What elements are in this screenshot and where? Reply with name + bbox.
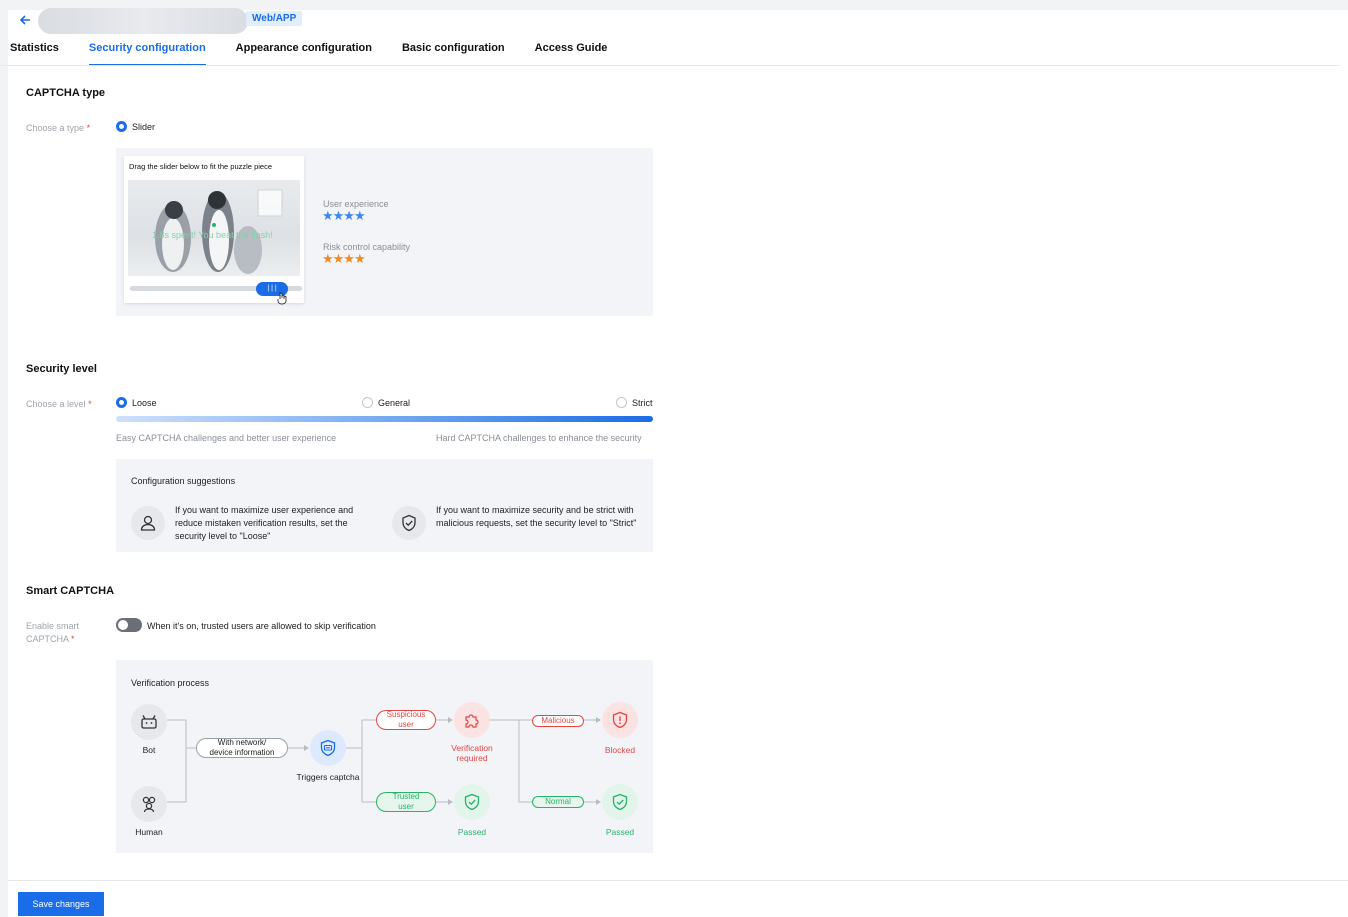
user-experience-stars: ★★★★ (322, 208, 366, 223)
shield-check-icon (454, 784, 490, 820)
smart-captcha-toggle-text: When it's on, trusted users are allowed … (147, 621, 376, 631)
footer-divider (8, 880, 1348, 881)
radio-button[interactable] (616, 397, 627, 408)
penguins-picture (155, 189, 283, 274)
human-icon (131, 786, 167, 822)
bot-label: Bot (142, 745, 156, 755)
blocked-label: Blocked (604, 745, 636, 755)
tab-access-guide[interactable]: Access Guide (535, 42, 608, 66)
puzzle-image: 1.8s spent! You beat the flash! (128, 180, 300, 276)
triggers-captcha-label: Triggers captcha (296, 772, 360, 782)
captcha-preview-panel: Drag the slider below to fit the puzzle … (116, 148, 653, 316)
verification-process-panel: Verification process Bot Human With netw… (116, 660, 653, 853)
suspicious-user-pill: Suspicious user (376, 710, 436, 730)
tab-basic-configuration[interactable]: Basic configuration (402, 42, 505, 66)
normal-pill: Normal (532, 796, 584, 808)
radio-strict[interactable]: Strict (616, 397, 653, 408)
radio-general[interactable]: General (362, 397, 410, 408)
radio-loose[interactable]: Loose (116, 397, 157, 408)
tabs-divider (0, 65, 1340, 66)
captcha-type-label: Choose a type * (26, 123, 91, 133)
trusted-user-pill: Trusted user (376, 792, 436, 812)
hint-easy: Easy CAPTCHA challenges and better user … (116, 433, 337, 443)
top-bar: Web/APP (8, 0, 608, 40)
smart-captcha-title: Smart CAPTCHA (26, 585, 115, 597)
human-label: Human (135, 827, 163, 837)
save-changes-button[interactable]: Save changes (18, 892, 104, 916)
shield-check-icon (392, 506, 426, 540)
security-level-label: Choose a level * (26, 399, 92, 409)
blocked-shield-icon (602, 702, 638, 738)
suggestions-title: Configuration suggestions (131, 476, 236, 486)
tab-statistics[interactable]: Statistics (10, 42, 59, 66)
preview-instruction: Drag the slider below to fit the puzzle … (129, 162, 272, 171)
radio-slider-label: Slider (132, 121, 156, 132)
hand-cursor-icon (277, 292, 287, 305)
puzzle-icon (454, 702, 490, 738)
smart-captcha-label: Enable smart CAPTCHA * (26, 621, 80, 644)
tab-bar: Statistics Security configuration Appear… (10, 42, 637, 66)
verification-required-label: Verification required (451, 743, 493, 763)
security-level-bar[interactable] (116, 416, 653, 422)
flow-connectors (167, 717, 601, 805)
preview-caption: 1.8s spent! You beat the flash! (152, 230, 273, 240)
suggestion-security: If you want to maximize security and be … (436, 505, 637, 528)
user-icon (131, 506, 165, 540)
platform-badge: Web/APP (246, 11, 303, 26)
tab-appearance-configuration[interactable]: Appearance configuration (236, 42, 372, 66)
radio-button-selected[interactable] (116, 121, 127, 132)
radio-slider[interactable]: Slider (116, 121, 155, 132)
network-info-pill: With network/device information (196, 738, 288, 758)
config-suggestions-panel: Configuration suggestions If you want to… (116, 459, 653, 552)
risk-control-stars: ★★★★ (322, 251, 366, 266)
passed-label-1: Passed (457, 827, 487, 837)
security-level-title: Security level (26, 363, 97, 375)
captcha-type-title: CAPTCHA type (26, 87, 106, 99)
back-arrow-icon[interactable] (18, 13, 32, 27)
captcha-trigger-icon (310, 730, 346, 766)
tab-security-configuration[interactable]: Security configuration (88, 42, 206, 66)
bot-icon (131, 704, 167, 740)
app-name-redacted (38, 8, 248, 34)
radio-loose-label: Loose (132, 397, 157, 408)
radio-general-label: General (378, 397, 411, 408)
radio-button[interactable] (362, 397, 373, 408)
hint-hard: Hard CAPTCHA challenges to enhance the s… (436, 433, 642, 443)
suggestion-user-experience: If you want to maximize user experience … (175, 505, 354, 541)
smart-captcha-toggle[interactable] (116, 618, 142, 632)
captcha-preview: Drag the slider below to fit the puzzle … (124, 156, 304, 305)
radio-button-selected[interactable] (116, 397, 127, 408)
radio-strict-label: Strict (632, 397, 653, 408)
passed-label-2: Passed (605, 827, 635, 837)
passed-shield-icon (602, 784, 638, 820)
malicious-pill: Malicious (532, 715, 584, 727)
